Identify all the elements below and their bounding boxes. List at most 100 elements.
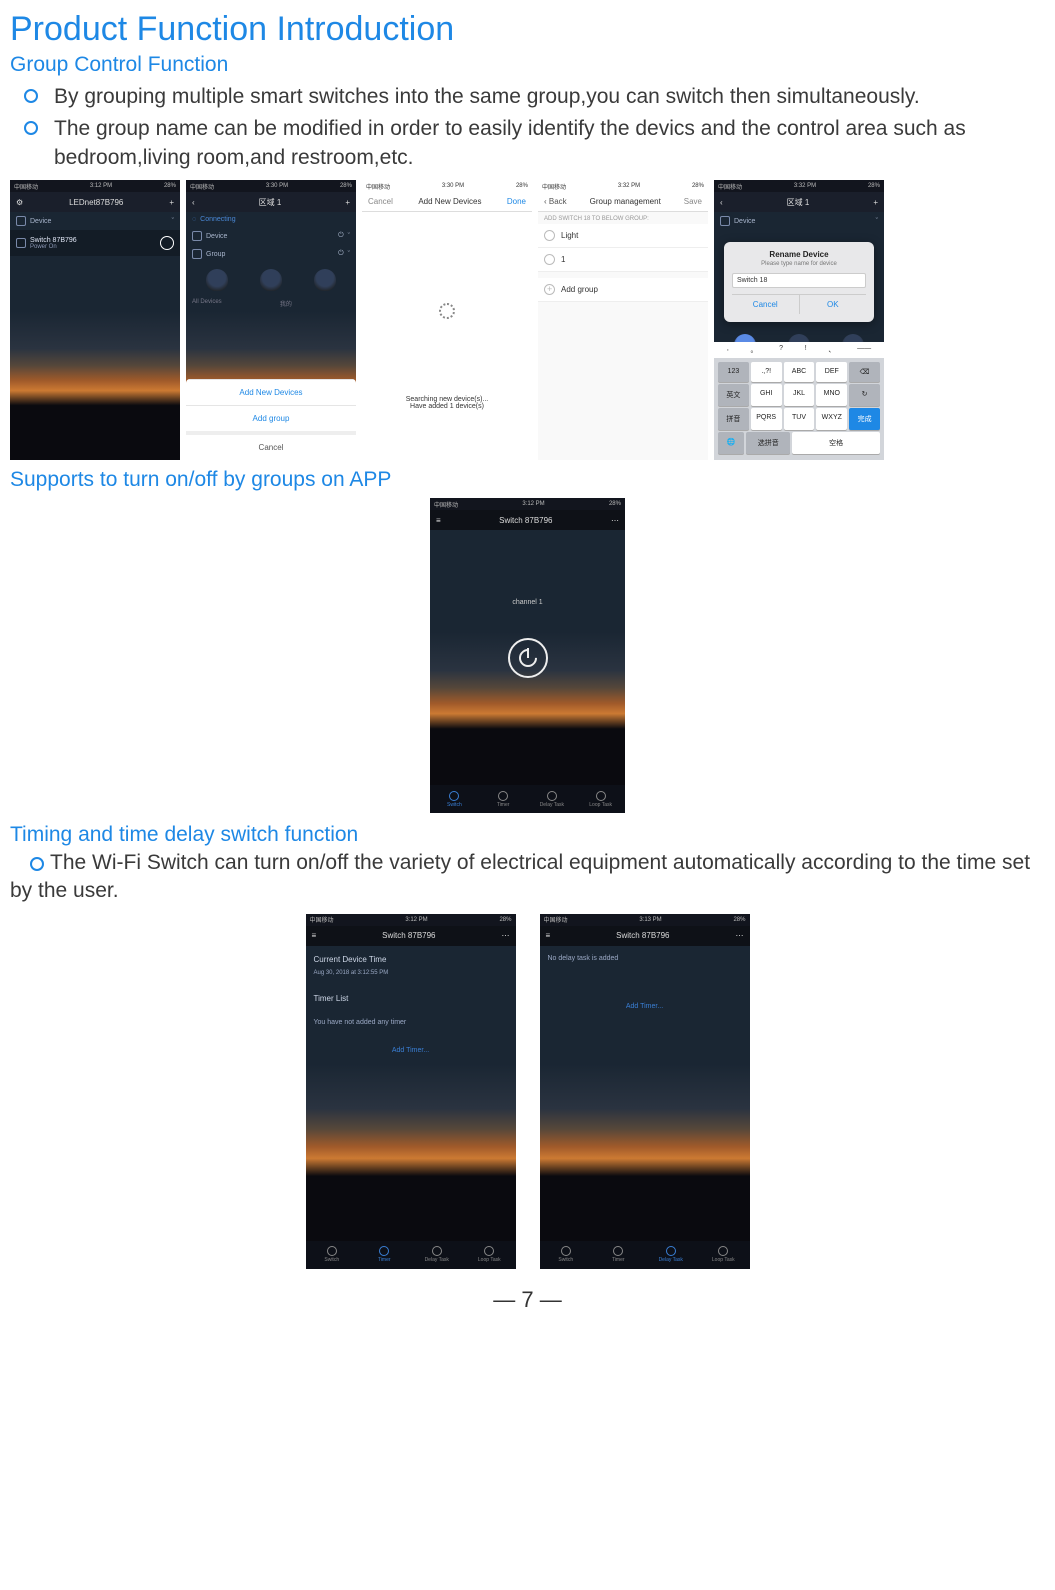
kb-key[interactable]: 123: [718, 362, 749, 382]
tab-delay[interactable]: Delay Task: [645, 1246, 698, 1263]
time-label: 3:32 PM: [794, 183, 816, 189]
plus-icon[interactable]: +: [345, 198, 350, 207]
kb-space[interactable]: 空格: [792, 432, 880, 454]
kb-key[interactable]: 拼音: [718, 408, 749, 430]
screenshot-row-3: 中国移动 3:12 PM 28% ≡ Switch 87B796 ⋯ Curre…: [10, 914, 1045, 1269]
settings-icon[interactable]: ⚙: [16, 198, 23, 207]
kb-key[interactable]: ↻: [849, 384, 880, 406]
cancel-button[interactable]: Cancel: [368, 197, 393, 206]
kb-key[interactable]: 英文: [718, 384, 749, 406]
modal-title: Rename Device: [732, 250, 866, 259]
tab-loop[interactable]: Loop Task: [576, 791, 625, 808]
cancel-button[interactable]: Cancel: [732, 295, 800, 314]
kb-key[interactable]: .,?!: [751, 362, 782, 382]
radio-icon[interactable]: [544, 230, 555, 241]
add-group-row[interactable]: Add group: [538, 278, 708, 302]
radio-icon[interactable]: [544, 254, 555, 265]
save-button[interactable]: Save: [684, 197, 702, 206]
battery-label: 28%: [340, 183, 352, 189]
back-icon[interactable]: ‹: [192, 198, 195, 207]
chevron-icon: ˇ: [348, 251, 350, 258]
kb-globe[interactable]: 🌐: [718, 432, 744, 454]
plus-icon[interactable]: +: [873, 198, 878, 207]
kb-suggestion[interactable]: ,: [727, 345, 729, 355]
power-icon[interactable]: [160, 236, 174, 250]
kb-done[interactable]: 完成: [849, 408, 880, 430]
add-timer-link[interactable]: Add Timer...: [306, 1039, 516, 1062]
kb-suggestion[interactable]: ——: [857, 345, 871, 355]
current-time-value: Aug 30, 2018 at 3:12:55 PM: [306, 967, 516, 979]
tab-timer[interactable]: Timer: [358, 1246, 411, 1263]
searching-text: Searching new device(s)... Have added 1 …: [362, 396, 532, 410]
menu-icon[interactable]: ≡: [312, 931, 317, 940]
kb-backspace[interactable]: ⌫: [849, 362, 880, 382]
group-row[interactable]: Group ⏻ ˇ: [186, 245, 356, 263]
power-icon[interactable]: ⏻: [338, 232, 344, 240]
sheet-add-group[interactable]: Add group: [186, 405, 356, 431]
done-button[interactable]: Done: [507, 197, 526, 206]
kb-suggestion[interactable]: 、: [828, 345, 835, 355]
back-icon[interactable]: ‹: [720, 198, 723, 207]
nav-bar: ‹ Back Group management Save: [538, 192, 708, 212]
kb-key[interactable]: GHI: [751, 384, 782, 406]
menu-icon[interactable]: ≡: [546, 931, 551, 940]
tab-timer[interactable]: Timer: [479, 791, 528, 808]
kb-suggestion[interactable]: !: [805, 345, 807, 355]
bulb-icon[interactable]: [314, 269, 336, 291]
more-icon[interactable]: ⋯: [735, 931, 743, 940]
bulb-icon[interactable]: [260, 269, 282, 291]
ok-button[interactable]: OK: [800, 295, 867, 314]
device-section-header[interactable]: Device ˇ: [10, 212, 180, 230]
tab-switch[interactable]: Switch: [306, 1246, 359, 1263]
sheet-add-devices[interactable]: Add New Devices: [186, 379, 356, 405]
group-option[interactable]: Light: [538, 224, 708, 248]
kb-key[interactable]: TUV: [784, 408, 815, 430]
power-icon[interactable]: ⏻: [338, 250, 344, 258]
footer-center: 我的: [280, 299, 292, 308]
tab-loop[interactable]: Loop Task: [697, 1246, 750, 1263]
tab-timer[interactable]: Timer: [592, 1246, 645, 1263]
tab-switch[interactable]: Switch: [540, 1246, 593, 1263]
group-option[interactable]: 1: [538, 248, 708, 272]
bulb-icon[interactable]: [206, 269, 228, 291]
bullet-item: By grouping multiple smart switches into…: [24, 83, 1045, 111]
kb-key[interactable]: 选拼音: [746, 432, 790, 454]
tab-delay[interactable]: Delay Task: [528, 791, 577, 808]
rename-input[interactable]: Switch 18: [732, 273, 866, 288]
footer-left: All Devices: [192, 299, 222, 308]
more-icon[interactable]: ⋯: [501, 931, 509, 940]
channel-label: channel 1: [512, 599, 542, 606]
device-row[interactable]: Switch 87B796 Power On: [10, 230, 180, 256]
kb-key[interactable]: DEF: [816, 362, 847, 382]
kb-key[interactable]: JKL: [784, 384, 815, 406]
keyboard[interactable]: , 。 ? ! 、 —— 123 .,?! ABC DEF ⌫: [714, 342, 884, 460]
kb-key[interactable]: PQRS: [751, 408, 782, 430]
plus-icon[interactable]: +: [169, 198, 174, 207]
rename-modal: Rename Device Please type name for devic…: [724, 242, 874, 322]
time-label: 3:12 PM: [90, 183, 112, 189]
kb-key[interactable]: MNO: [816, 384, 847, 406]
more-icon[interactable]: ⋯: [611, 516, 619, 525]
modal-subtitle: Please type name for device: [732, 261, 866, 267]
kb-key[interactable]: WXYZ: [816, 408, 847, 430]
carrier-label: 中国移动: [718, 182, 742, 191]
add-timer-link[interactable]: Add Timer...: [540, 995, 750, 1018]
tab-delay[interactable]: Delay Task: [411, 1246, 464, 1263]
group-icon: [192, 249, 202, 259]
screenshot-timer: 中国移动 3:12 PM 28% ≡ Switch 87B796 ⋯ Curre…: [306, 914, 516, 1269]
back-button[interactable]: ‹ Back: [544, 197, 567, 206]
screenshot-delay: 中国移动 3:13 PM 28% ≡ Switch 87B796 ⋯ No de…: [540, 914, 750, 1269]
bullet-text: By grouping multiple smart switches into…: [54, 83, 920, 111]
tab-loop[interactable]: Loop Task: [463, 1246, 516, 1263]
kb-suggestion[interactable]: ?: [779, 345, 783, 355]
menu-icon[interactable]: ≡: [436, 516, 441, 525]
tab-switch[interactable]: Switch: [430, 791, 479, 808]
sheet-cancel[interactable]: Cancel: [186, 431, 356, 460]
time-label: 3:12 PM: [522, 501, 544, 507]
kb-key[interactable]: ABC: [784, 362, 815, 382]
bulb-icon: [16, 216, 26, 226]
device-row[interactable]: Device ⏻ ˇ: [186, 227, 356, 245]
searching-line1: Searching new device(s)...: [362, 396, 532, 403]
kb-suggestion[interactable]: 。: [750, 345, 757, 355]
power-button[interactable]: [508, 638, 548, 678]
